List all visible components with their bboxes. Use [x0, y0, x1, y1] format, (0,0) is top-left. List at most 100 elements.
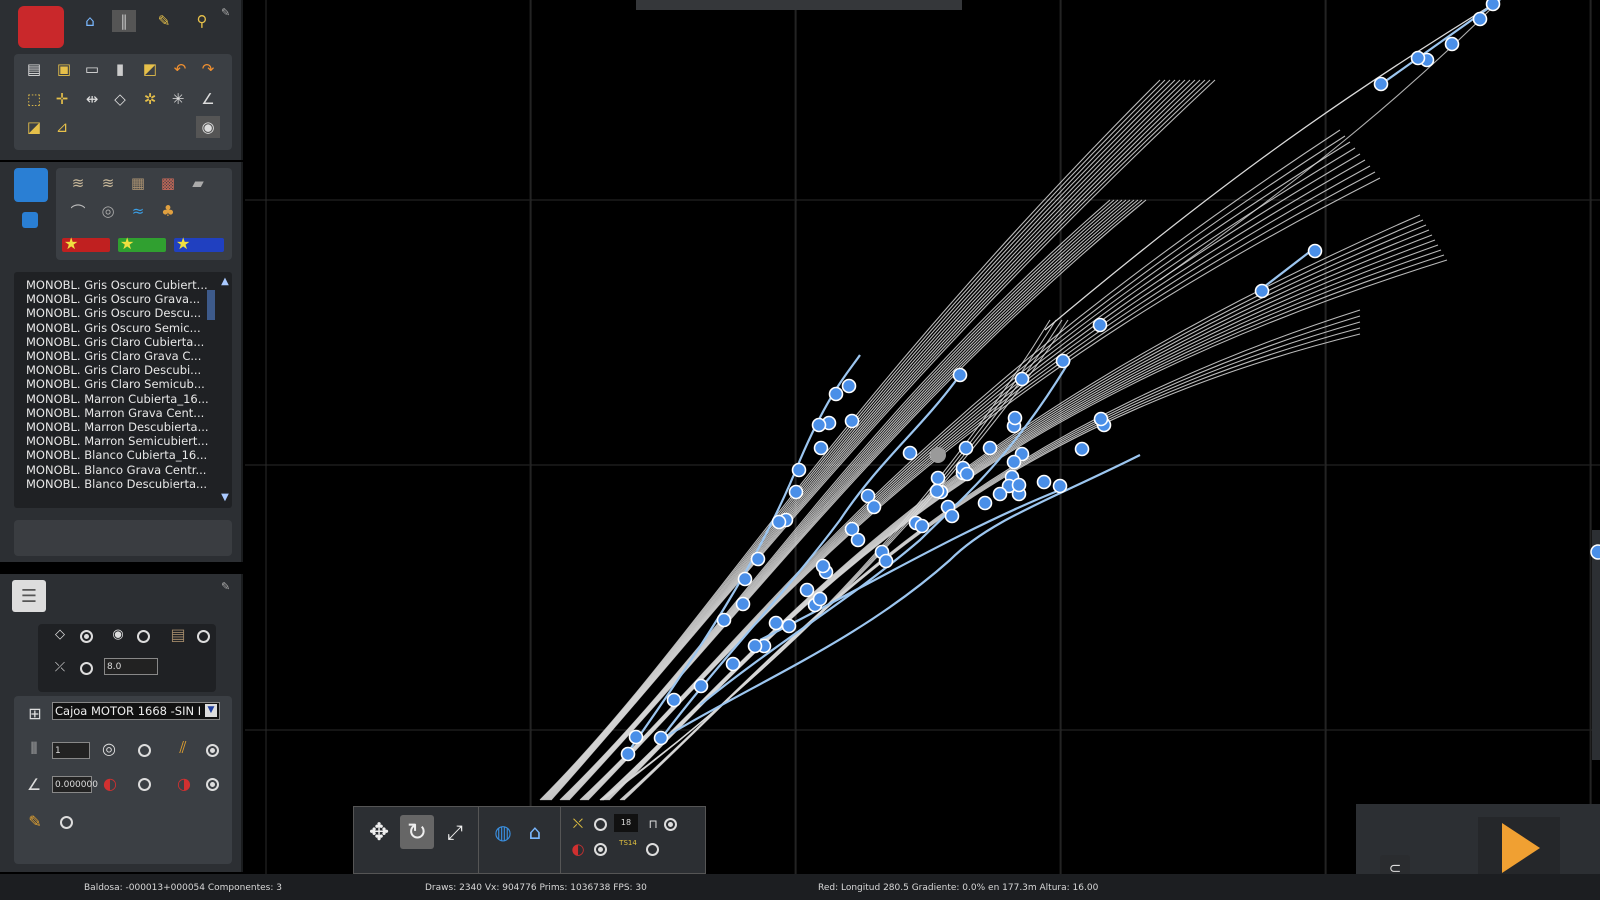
track-node[interactable]: [1007, 410, 1023, 426]
camera-icon[interactable]: ◉: [196, 116, 220, 138]
track-node[interactable]: [930, 470, 946, 486]
list-item[interactable]: MONOBL. Gris Claro Descubi...: [26, 363, 201, 377]
list-item[interactable]: MONOBL. Marron Grava Cent...: [26, 406, 204, 420]
track-node[interactable]: [977, 495, 993, 511]
list-item[interactable]: MONOBL. Gris Oscuro Semic...: [26, 321, 201, 335]
track-node[interactable]: [929, 483, 945, 499]
track-node[interactable]: [666, 692, 682, 708]
track-node[interactable]: [781, 618, 797, 634]
brush-icon[interactable]: ✎: [152, 10, 176, 32]
gradient-input[interactable]: 0.000000: [52, 776, 98, 793]
list-item[interactable]: MONOBL. Blanco Cubierta_16...: [26, 448, 207, 462]
track-flat-radio[interactable]: [80, 630, 93, 643]
track-node[interactable]: [1006, 454, 1022, 470]
list-item[interactable]: MONOBL. Gris Claro Semicub...: [26, 377, 205, 391]
rotate-icon[interactable]: ↻: [400, 815, 434, 849]
tunnel-icon[interactable]: ◎: [96, 200, 120, 222]
track-node[interactable]: [750, 551, 766, 567]
track-node[interactable]: [693, 678, 709, 694]
ruler-icon[interactable]: ⊿: [50, 116, 74, 138]
track-node[interactable]: [735, 596, 751, 612]
pen-radio[interactable]: [60, 816, 73, 829]
move-icon[interactable]: ✛: [50, 88, 74, 110]
signal-tool-radio[interactable]: [594, 843, 607, 856]
list-scrollbar-thumb[interactable]: [207, 290, 215, 320]
globe-icon[interactable]: ◍: [486, 815, 520, 849]
list-item[interactable]: MONOBL. Gris Oscuro Cubiert...: [26, 278, 208, 292]
track-node[interactable]: [850, 532, 866, 548]
track-node[interactable]: [811, 417, 827, 433]
track-node[interactable]: [1014, 371, 1030, 387]
fit-view-icon[interactable]: ✥: [362, 815, 396, 849]
switch-radio[interactable]: [206, 744, 219, 757]
rule-select[interactable]: Cajoa MOTOR 1668 -SIN I ▼: [52, 702, 220, 720]
track-node[interactable]: [813, 440, 829, 456]
plank-icon[interactable]: ▦: [126, 172, 150, 194]
material-list[interactable]: MONOBL. Gris Oscuro Cubiert... MONOBL. Gr…: [14, 272, 232, 508]
play-button[interactable]: [1478, 817, 1560, 879]
grid-snap-icon[interactable]: ✳: [166, 88, 190, 110]
list-item[interactable]: MONOBL. Gris Oscuro Descu...: [26, 306, 201, 320]
track-tube-radio[interactable]: [137, 630, 150, 643]
home-icon[interactable]: ⌂: [78, 10, 102, 32]
track-node[interactable]: [1074, 441, 1090, 457]
track-node[interactable]: [1485, 0, 1501, 12]
track-node[interactable]: [952, 367, 968, 383]
track-node[interactable]: [992, 486, 1008, 502]
track-node[interactable]: [791, 462, 807, 478]
train-icon[interactable]: ⚲: [190, 10, 214, 32]
track-icon[interactable]: ‖: [112, 10, 136, 32]
track-node[interactable]: [944, 508, 960, 524]
pin-icon[interactable]: ✎: [221, 580, 233, 593]
list-item[interactable]: MONOBL. Blanco Descubierta...: [26, 477, 207, 491]
vegetation-icon[interactable]: ♣: [156, 200, 180, 222]
list-item[interactable]: MONOBL. Gris Claro Cubierta...: [26, 335, 204, 349]
ts14-label[interactable]: TS14: [616, 839, 640, 857]
copy-icon[interactable]: ▤: [22, 58, 46, 80]
track-node[interactable]: [828, 386, 844, 402]
list-item[interactable]: MONOBL. Gris Claro Grava C...: [26, 349, 201, 363]
track-node[interactable]: [1092, 317, 1108, 333]
track-node[interactable]: [878, 553, 894, 569]
scroll-down-icon[interactable]: ▼: [219, 492, 231, 504]
undo-icon[interactable]: ↶: [168, 58, 192, 80]
track-node[interactable]: [841, 378, 857, 394]
small-cube-icon[interactable]: [22, 212, 38, 228]
list-item[interactable]: MONOBL. Marron Descubierta...: [26, 420, 209, 434]
track-node[interactable]: [725, 656, 741, 672]
lock-small-icon[interactable]: ⊓: [646, 815, 660, 833]
bridge-icon[interactable]: ⌒: [66, 200, 90, 222]
signal-tool-icon[interactable]: ◐: [568, 839, 588, 859]
terrain-icon[interactable]: ◩: [138, 58, 162, 80]
chevron-down-icon[interactable]: ▼: [205, 704, 217, 717]
track-node[interactable]: [653, 730, 669, 746]
pin-icon[interactable]: ✎: [221, 6, 233, 19]
track-node[interactable]: [1590, 544, 1600, 560]
track-node[interactable]: [1093, 411, 1109, 427]
track-node[interactable]: [716, 612, 732, 628]
track-node[interactable]: [1011, 477, 1027, 493]
redo-icon[interactable]: ↷: [196, 58, 220, 80]
track-node[interactable]: [771, 514, 787, 530]
monitor-icon[interactable]: ▭: [80, 58, 104, 80]
track-width-input[interactable]: 8.0: [104, 658, 158, 675]
track-node[interactable]: [866, 499, 882, 515]
track-node[interactable]: [768, 615, 784, 631]
concrete-icon[interactable]: ▰: [186, 172, 210, 194]
measure-icon[interactable]: ◪: [22, 116, 46, 138]
resize-icon[interactable]: ⤢: [438, 815, 472, 849]
brick-icon[interactable]: ▩: [156, 172, 180, 194]
track-node[interactable]: [844, 413, 860, 429]
track-node[interactable]: [799, 582, 815, 598]
track-ballast-radio[interactable]: [197, 630, 210, 643]
track-cross-radio[interactable]: [80, 662, 93, 675]
layer-icon[interactable]: ◇: [108, 88, 132, 110]
split-icon[interactable]: ⇹: [80, 88, 104, 110]
toolbox-icon[interactable]: [18, 6, 64, 48]
select-icon[interactable]: ⬚: [22, 88, 46, 110]
track-node[interactable]: [1254, 283, 1270, 299]
track-node[interactable]: [1373, 76, 1389, 92]
track-node[interactable]: [1444, 36, 1460, 52]
track-node[interactable]: [1052, 478, 1068, 494]
track-node[interactable]: [620, 746, 636, 762]
